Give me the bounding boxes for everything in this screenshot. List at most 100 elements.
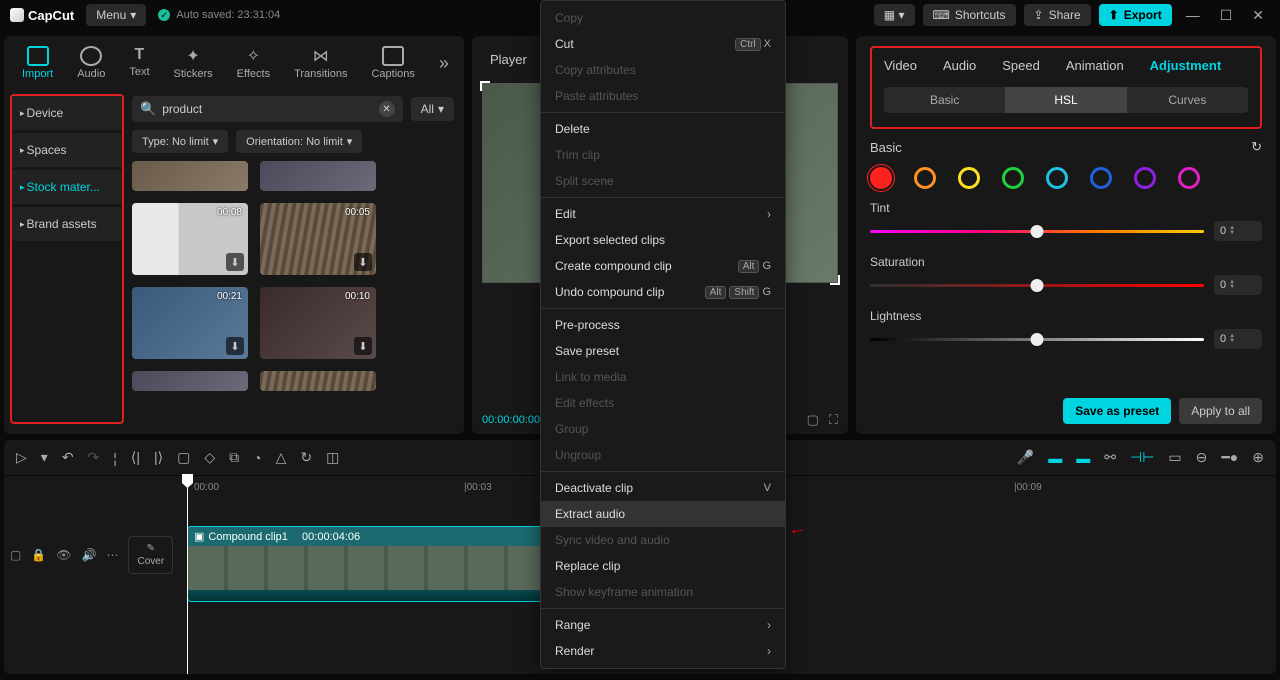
trim-left-tool[interactable]: ⟨| [131, 449, 140, 466]
maximize-button[interactable]: ☐ [1214, 7, 1239, 24]
mic-icon[interactable]: 🎤 [1017, 449, 1034, 466]
crop-tool[interactable]: ▢ [177, 449, 190, 466]
tl-expand-icon[interactable]: ▢ [10, 548, 21, 562]
snap-icon[interactable]: ⊣⊢ [1130, 449, 1154, 466]
nav-spaces[interactable]: ▸Spaces [12, 133, 122, 167]
menu-extract-audio[interactable]: Extract audio [541, 501, 785, 527]
menu-undo-compound-clip[interactable]: Undo compound clipAltShiftG [541, 279, 785, 305]
color-swatch[interactable] [1046, 167, 1068, 189]
tl-lock-icon[interactable]: 🔒 [31, 548, 46, 562]
tab-import[interactable]: Import [14, 42, 61, 84]
trim-right-tool[interactable]: |⟩ [154, 449, 163, 466]
stock-clip[interactable] [132, 161, 248, 191]
zoom-in-icon[interactable]: ⊕ [1252, 449, 1264, 466]
share-button[interactable]: ⇪ Share [1024, 4, 1091, 26]
cover-button[interactable]: ✎Cover [128, 536, 173, 574]
tab-animation[interactable]: Animation [1066, 58, 1124, 73]
magnet-icon[interactable]: ▬ [1048, 450, 1062, 466]
copies-tool[interactable]: ⧉ [229, 449, 239, 466]
rotate-tool[interactable]: ↻ [300, 449, 312, 466]
link-icon[interactable]: ▬ [1076, 450, 1090, 466]
stock-clip[interactable] [132, 371, 248, 391]
download-icon[interactable]: ⬇ [226, 337, 244, 355]
color-swatch[interactable] [1002, 167, 1024, 189]
search-box[interactable]: 🔍 ✕ [132, 96, 403, 122]
chevron-down-icon[interactable]: ▾ [41, 449, 48, 466]
more-tabs-button[interactable]: » [431, 53, 457, 74]
mirror-tool[interactable]: △ [276, 449, 287, 466]
tab-captions[interactable]: Captions [363, 42, 422, 84]
download-icon[interactable]: ⬇ [354, 253, 372, 271]
clear-search-button[interactable]: ✕ [379, 101, 395, 117]
marker-tool[interactable]: ◇ [204, 449, 215, 466]
tab-text[interactable]: TText [121, 42, 157, 84]
menu-export-selected-clips[interactable]: Export selected clips [541, 227, 785, 253]
split-tool[interactable]: ¦ [113, 450, 117, 466]
export-button[interactable]: ⬆ Export [1099, 4, 1172, 26]
playhead[interactable] [187, 476, 188, 674]
menu-range[interactable]: Range› [541, 612, 785, 638]
ratio-icon[interactable]: ▢ [807, 412, 819, 428]
menu-deactivate-clip[interactable]: Deactivate clipV [541, 475, 785, 501]
filter-orientation[interactable]: Orientation: No limit ▾ [236, 130, 362, 153]
filter-all-button[interactable]: All ▾ [411, 97, 454, 121]
stock-clip[interactable]: 00:10⬇ [260, 287, 376, 359]
speed-tool[interactable]: ◔ [253, 450, 261, 466]
download-icon[interactable]: ⬇ [226, 253, 244, 271]
redo-button[interactable]: ↷ [88, 449, 100, 466]
tab-video[interactable]: Video [884, 58, 917, 73]
color-swatch[interactable] [870, 167, 892, 189]
tab-audio[interactable]: Audio [69, 42, 113, 84]
zoom-out-icon[interactable]: ⊖ [1196, 449, 1208, 466]
stock-clip[interactable]: 00:08⬇ [132, 203, 248, 275]
saturation-slider[interactable] [870, 284, 1204, 287]
preview-icon[interactable]: ▭ [1168, 449, 1181, 466]
close-button[interactable]: ✕ [1246, 7, 1270, 24]
subtab-basic[interactable]: Basic [884, 87, 1005, 113]
nav-brand[interactable]: ▸Brand assets [12, 207, 122, 241]
pointer-tool[interactable]: ▷ [16, 449, 27, 466]
reset-icon[interactable]: ↻ [1251, 139, 1262, 155]
tl-eye-icon[interactable]: 👁 [56, 548, 71, 562]
lightness-slider[interactable] [870, 338, 1204, 341]
crop2-tool[interactable]: ◫ [326, 449, 339, 466]
save-preset-button[interactable]: Save as preset [1063, 398, 1171, 424]
menu-render[interactable]: Render› [541, 638, 785, 664]
menu-create-compound-clip[interactable]: Create compound clipAltG [541, 253, 785, 279]
color-swatch[interactable] [1178, 167, 1200, 189]
color-swatch[interactable] [914, 167, 936, 189]
tab-stickers[interactable]: ✦Stickers [166, 42, 221, 84]
stock-clip[interactable] [260, 161, 376, 191]
minimize-button[interactable]: — [1180, 7, 1206, 23]
subtab-curves[interactable]: Curves [1127, 87, 1248, 113]
undo-button[interactable]: ↶ [62, 449, 74, 466]
tint-value[interactable]: 0▲▼ [1214, 221, 1262, 241]
menu-delete[interactable]: Delete [541, 116, 785, 142]
tab-effects[interactable]: ✧Effects [229, 42, 278, 84]
tab-audio[interactable]: Audio [943, 58, 976, 73]
tl-mute-icon[interactable]: 🔊 [82, 548, 97, 562]
filter-type[interactable]: Type: No limit ▾ [132, 130, 228, 153]
menu-button[interactable]: Menu ▾ [86, 4, 146, 26]
color-swatch[interactable] [1134, 167, 1156, 189]
lightness-value[interactable]: 0▲▼ [1214, 329, 1262, 349]
menu-edit[interactable]: Edit› [541, 201, 785, 227]
search-input[interactable] [162, 102, 372, 116]
download-icon[interactable]: ⬇ [354, 337, 372, 355]
nav-device[interactable]: ▸Device [12, 96, 122, 130]
tl-more-icon[interactable]: ⋯ [106, 548, 118, 562]
tint-slider[interactable] [870, 230, 1204, 233]
stock-clip[interactable] [260, 371, 376, 391]
menu-save-preset[interactable]: Save preset [541, 338, 785, 364]
stock-clip[interactable]: 00:05⬇ [260, 203, 376, 275]
layout-button[interactable]: ▦ ▾ [874, 4, 915, 26]
chain-icon[interactable]: ⚯ [1104, 449, 1116, 466]
tab-speed[interactable]: Speed [1002, 58, 1040, 73]
shortcuts-button[interactable]: ⌨ Shortcuts [923, 4, 1016, 26]
apply-all-button[interactable]: Apply to all [1179, 398, 1262, 424]
fullscreen-icon[interactable]: ⛶ [829, 412, 838, 428]
tab-transitions[interactable]: ⋈Transitions [286, 42, 355, 84]
zoom-slider[interactable]: ━● [1221, 449, 1238, 466]
color-swatch[interactable] [958, 167, 980, 189]
menu-replace-clip[interactable]: Replace clip [541, 553, 785, 579]
